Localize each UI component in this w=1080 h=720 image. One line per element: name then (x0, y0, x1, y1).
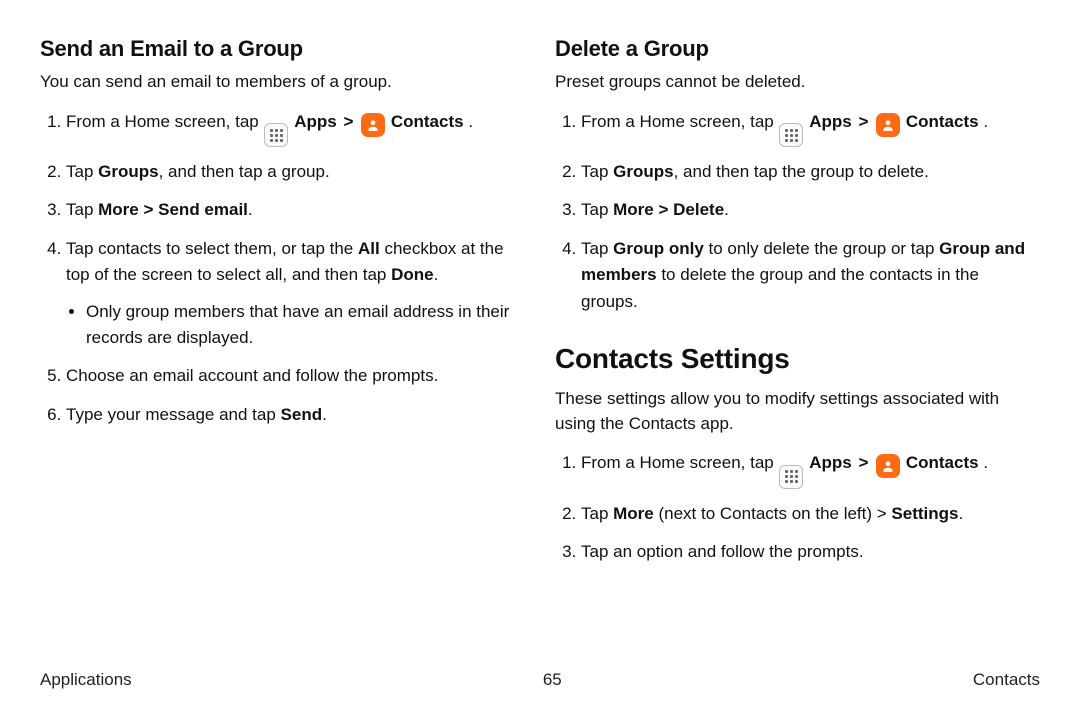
list-item: From a Home screen, tap Apps > Contacts … (581, 109, 1040, 148)
bold-text: More (98, 200, 139, 219)
list-item: From a Home screen, tap Apps > Contacts … (66, 109, 525, 148)
footer-right: Contacts (973, 670, 1040, 690)
contacts-label: Contacts (906, 453, 979, 472)
bold-text: Groups (98, 162, 158, 181)
steps-list: From a Home screen, tap Apps > Contacts … (555, 450, 1040, 565)
step-text: Tap (66, 200, 98, 219)
bold-text: > (139, 200, 158, 219)
step-text: . (724, 200, 729, 219)
bold-text: > (654, 200, 673, 219)
intro-text: Preset groups cannot be deleted. (555, 70, 1040, 95)
list-item: Tap Group only to only delete the group … (581, 236, 1040, 315)
contacts-label: Contacts (906, 112, 979, 131)
step-text: . (434, 265, 439, 284)
step-text: Tap (581, 504, 613, 523)
step-text: Tap (581, 200, 613, 219)
step-text: Tap (581, 162, 613, 181)
section-contacts-settings: Contacts Settings These settings allow y… (555, 343, 1040, 565)
step-text: to only delete the group or tap (704, 239, 939, 258)
left-column: Send an Email to a Group You can send an… (40, 36, 525, 593)
section-delete-group: Delete a Group Preset groups cannot be d… (555, 36, 1040, 315)
list-item: Tap contacts to select them, or tap the … (66, 236, 525, 351)
list-item: Tap an option and follow the prompts. (581, 539, 1040, 565)
list-item: Tap More > Delete. (581, 197, 1040, 223)
bold-text: Done (391, 265, 434, 284)
contacts-label: Contacts (391, 112, 464, 131)
contacts-icon (876, 454, 900, 478)
chevron-right-icon: > (858, 109, 868, 135)
step-text: Tap contacts to select them, or tap the (66, 239, 358, 258)
right-column: Delete a Group Preset groups cannot be d… (555, 36, 1040, 593)
step-text: , and then tap a group. (159, 162, 330, 181)
list-item: Choose an email account and follow the p… (66, 363, 525, 389)
bold-text: Settings (891, 504, 958, 523)
bold-text: More (613, 200, 654, 219)
list-item: Tap Groups, and then tap a group. (66, 159, 525, 185)
bold-text: All (358, 239, 380, 258)
steps-list: From a Home screen, tap Apps > Contacts … (40, 109, 525, 428)
heading-send-email: Send an Email to a Group (40, 36, 525, 62)
apps-label: Apps (809, 112, 852, 131)
step-text: Tap (66, 162, 98, 181)
bold-text: Group only (613, 239, 704, 258)
step-text: Type your message and tap (66, 405, 281, 424)
step-text: (next to Contacts on the left) > (654, 504, 892, 523)
page-footer: Applications 65 Contacts (40, 660, 1040, 690)
apps-label: Apps (809, 453, 852, 472)
step-text: . (983, 112, 988, 131)
page-number: 65 (543, 670, 562, 690)
apps-icon (264, 123, 288, 147)
step-text: . (958, 504, 963, 523)
contacts-icon (876, 113, 900, 137)
step-text: From a Home screen, tap (66, 112, 263, 131)
chevron-right-icon: > (858, 450, 868, 476)
step-text: . (248, 200, 253, 219)
bold-text: Delete (673, 200, 724, 219)
apps-label: Apps (294, 112, 337, 131)
apps-icon (779, 123, 803, 147)
sub-bullet-list: Only group members that have an email ad… (66, 299, 525, 352)
heading-contacts-settings: Contacts Settings (555, 343, 1040, 375)
bold-text: Send (281, 405, 323, 424)
apps-grid-icon (270, 129, 283, 142)
bold-text: Send email (158, 200, 248, 219)
footer-left: Applications (40, 670, 132, 690)
contacts-icon (361, 113, 385, 137)
step-text: From a Home screen, tap (581, 112, 778, 131)
list-item: Tap Groups, and then tap the group to de… (581, 159, 1040, 185)
step-text: . (322, 405, 327, 424)
step-text: Tap (581, 239, 613, 258)
apps-grid-icon (785, 129, 798, 142)
chevron-right-icon: > (343, 109, 353, 135)
page-columns: Send an Email to a Group You can send an… (40, 36, 1040, 593)
apps-grid-icon (785, 470, 798, 483)
step-text: From a Home screen, tap (581, 453, 778, 472)
list-item: Tap More > Send email. (66, 197, 525, 223)
intro-text: You can send an email to members of a gr… (40, 70, 525, 95)
list-item: Tap More (next to Contacts on the left) … (581, 501, 1040, 527)
steps-list: From a Home screen, tap Apps > Contacts … (555, 109, 1040, 315)
list-item: Only group members that have an email ad… (86, 299, 525, 352)
heading-delete-group: Delete a Group (555, 36, 1040, 62)
step-text: . (983, 453, 988, 472)
section-send-email: Send an Email to a Group You can send an… (40, 36, 525, 428)
list-item: From a Home screen, tap Apps > Contacts … (581, 450, 1040, 489)
apps-icon (779, 465, 803, 489)
intro-text: These settings allow you to modify setti… (555, 387, 1040, 436)
step-text: , and then tap the group to delete. (674, 162, 929, 181)
bold-text: More (613, 504, 654, 523)
step-text: . (468, 112, 473, 131)
list-item: Type your message and tap Send. (66, 402, 525, 428)
bold-text: Groups (613, 162, 673, 181)
